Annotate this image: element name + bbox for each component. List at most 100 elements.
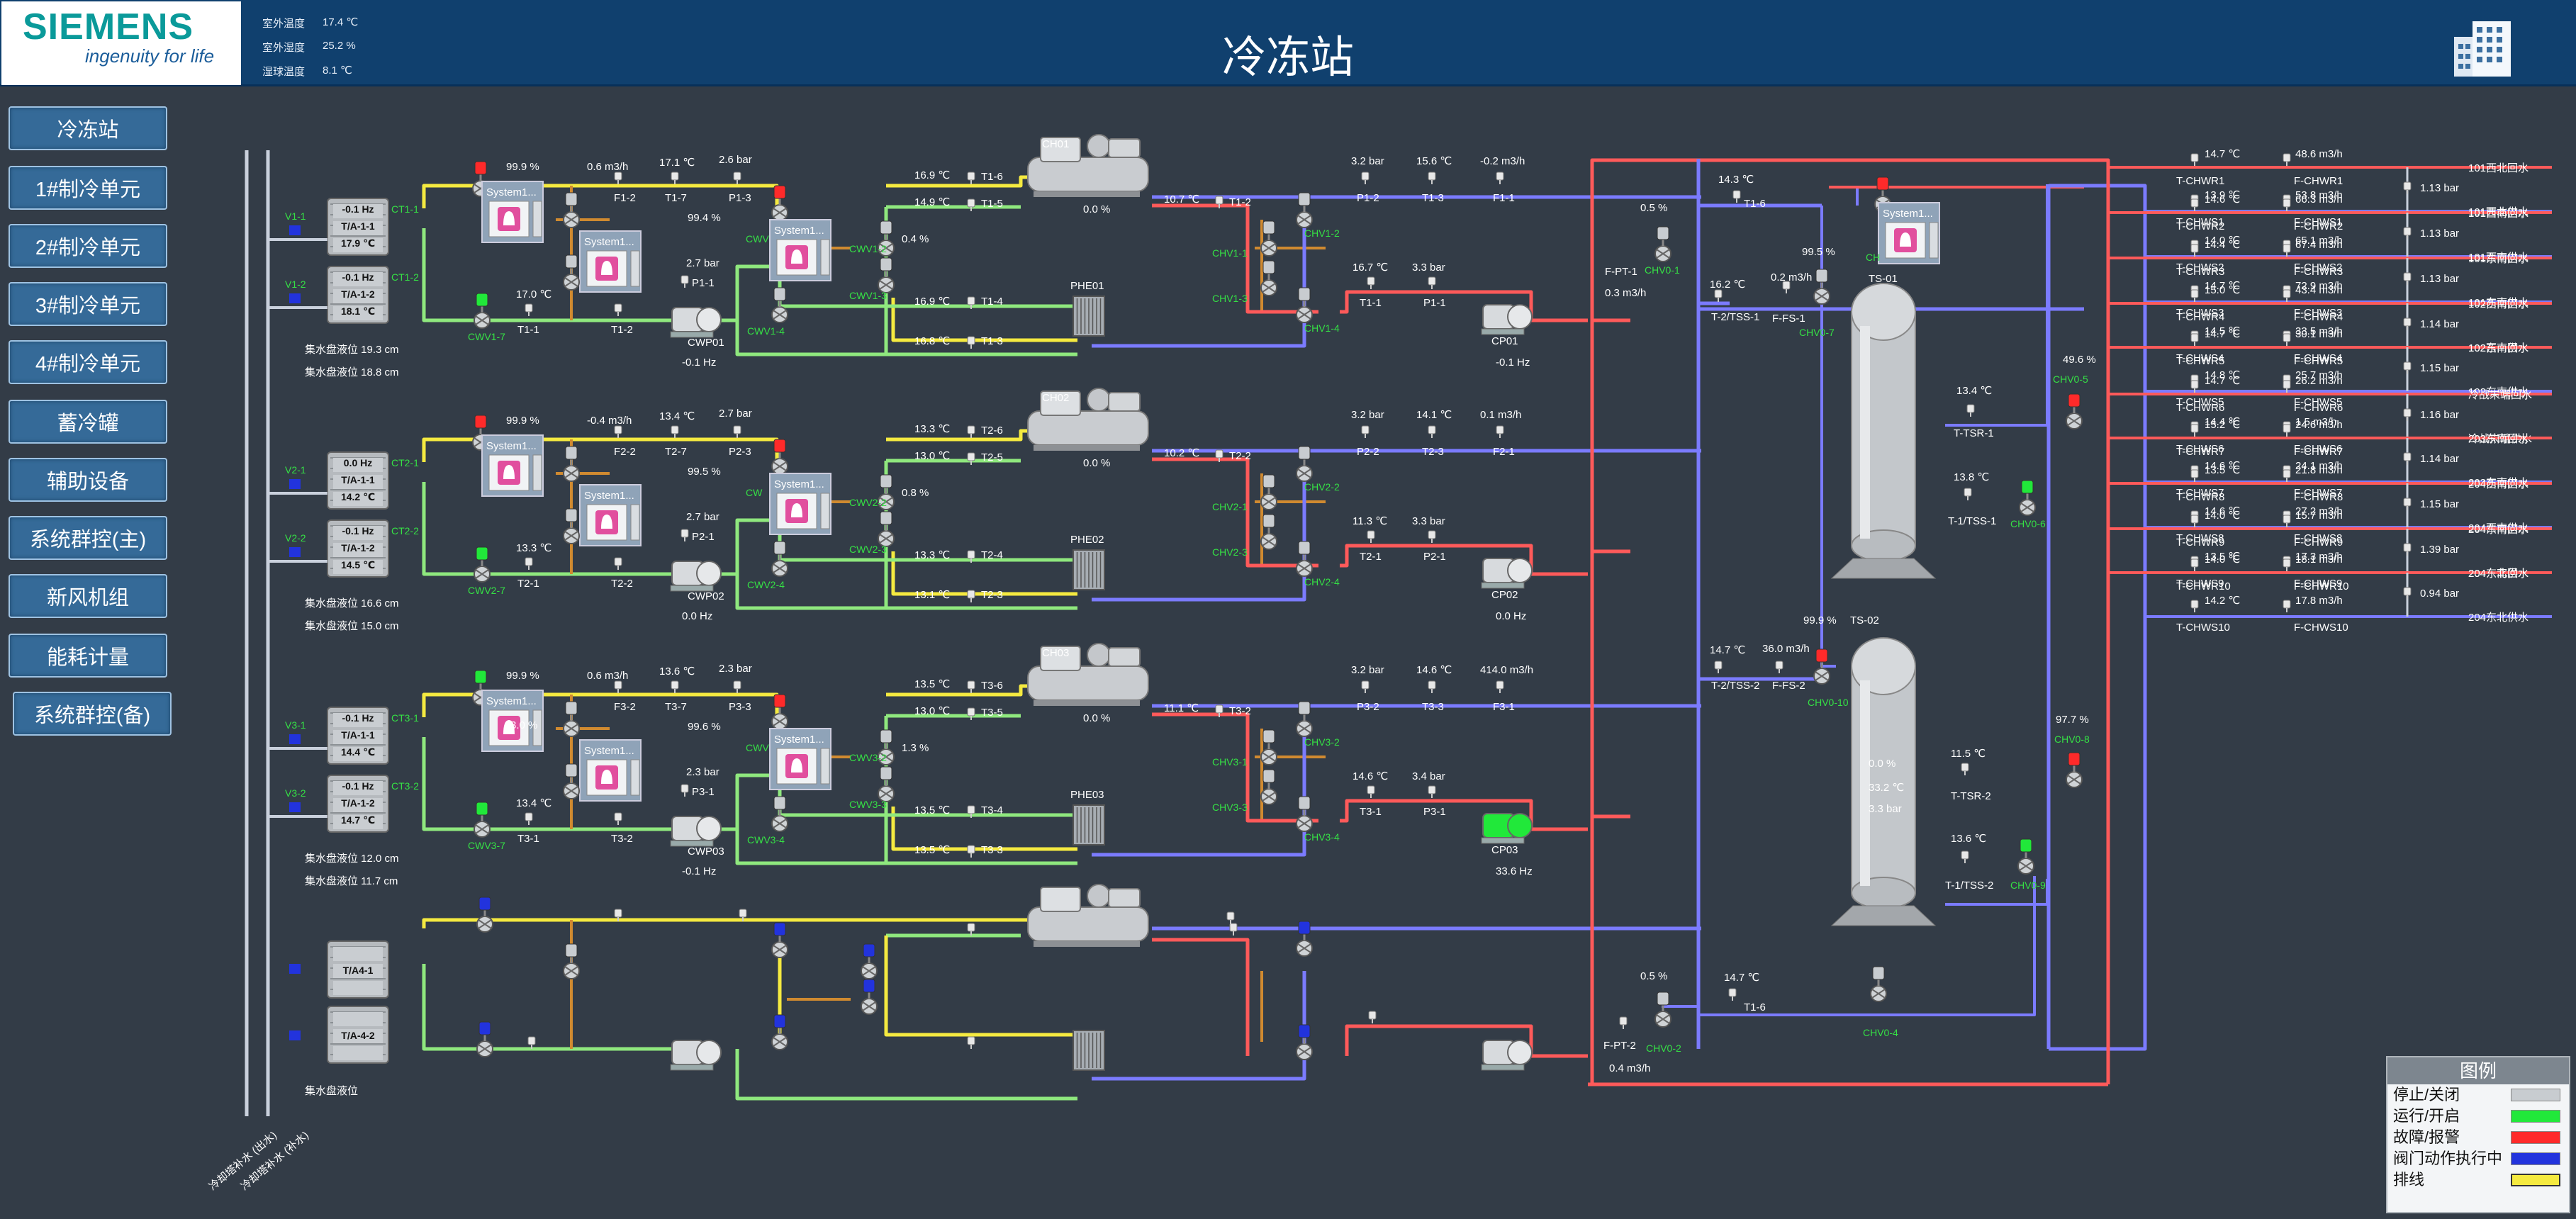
pressure-sensor-icon[interactable] xyxy=(2403,272,2412,285)
tss-valve-icon[interactable] xyxy=(2019,480,2036,516)
temp-sensor-icon[interactable] xyxy=(967,845,975,858)
flow-sensor-icon[interactable] xyxy=(1496,425,1504,438)
flow-sensor-icon[interactable] xyxy=(2283,333,2291,346)
temp-sensor-icon[interactable] xyxy=(671,172,679,184)
makeup-valve-icon[interactable] xyxy=(289,734,301,744)
temp-sensor-icon[interactable] xyxy=(614,812,622,825)
plate-heat-exchanger-icon[interactable] xyxy=(1073,1030,1105,1071)
pressure-sensor-icon[interactable] xyxy=(681,275,689,288)
temp-sensor-icon[interactable] xyxy=(2190,289,2199,302)
pressure-sensor-icon[interactable] xyxy=(2403,181,2412,194)
condenser-pump-icon[interactable] xyxy=(670,816,722,847)
system-panel-2[interactable]: System1... xyxy=(579,739,642,802)
pressure-sensor-icon[interactable] xyxy=(2403,318,2412,330)
chw-pump-icon[interactable] xyxy=(1481,304,1533,335)
makeup-valve-icon[interactable] xyxy=(289,293,301,303)
temp-sensor-icon[interactable] xyxy=(2190,153,2199,166)
temp-sensor-icon[interactable] xyxy=(525,557,533,570)
system-panel-3[interactable]: System1... xyxy=(769,473,831,535)
temp-sensor-icon[interactable] xyxy=(2190,600,2199,612)
flow-sensor-icon[interactable] xyxy=(2283,424,2291,437)
cw-bypass-valve-icon[interactable] xyxy=(563,763,580,799)
bot-valve-icon[interactable] xyxy=(1654,992,1671,1028)
ts-valve-icon[interactable] xyxy=(1813,269,1830,305)
temp-sensor-icon[interactable] xyxy=(2190,424,2199,437)
temp-sensor-icon[interactable] xyxy=(2190,244,2199,257)
temp-sensor-icon[interactable] xyxy=(1961,850,1969,863)
cw-bypass-valve-icon[interactable] xyxy=(563,508,580,544)
makeup-valve-icon[interactable] xyxy=(289,802,301,812)
pressure-sensor-icon[interactable] xyxy=(2403,498,2412,510)
temp-sensor-icon[interactable] xyxy=(967,707,975,720)
cw-bypass-valve-icon[interactable] xyxy=(563,446,580,482)
chw-valve-icon[interactable] xyxy=(1296,287,1313,323)
condenser-valve-icon[interactable] xyxy=(771,439,788,475)
pressure-sensor-icon[interactable] xyxy=(2403,361,2412,374)
temp-sensor-icon[interactable] xyxy=(2190,333,2199,346)
temp-sensor-icon[interactable] xyxy=(967,198,975,211)
temp-sensor-icon[interactable] xyxy=(1428,680,1436,693)
temp-sensor-icon[interactable] xyxy=(967,452,975,465)
condenser-valve-icon[interactable] xyxy=(771,1014,788,1050)
pressure-sensor-icon[interactable] xyxy=(733,172,741,184)
temp-sensor-icon[interactable] xyxy=(1367,785,1375,798)
top-valve-icon[interactable] xyxy=(1654,226,1671,262)
temp-sensor-icon[interactable] xyxy=(1961,763,1969,775)
evap-valve-icon[interactable] xyxy=(878,766,895,802)
tower-valve-icon[interactable] xyxy=(474,293,491,329)
makeup-valve-icon[interactable] xyxy=(289,225,301,235)
temp-sensor-icon[interactable] xyxy=(2190,469,2199,482)
cw-bypass-valve-icon[interactable] xyxy=(563,192,580,228)
pressure-sensor-icon[interactable] xyxy=(1361,680,1370,693)
evap-valve-icon[interactable] xyxy=(861,943,878,979)
temp-sensor-icon[interactable] xyxy=(671,425,679,438)
pressure-sensor-icon[interactable] xyxy=(733,680,741,693)
condenser-valve-icon[interactable] xyxy=(771,185,788,221)
pressure-sensor-icon[interactable] xyxy=(2403,452,2412,465)
flow-sensor-icon[interactable] xyxy=(2283,600,2291,612)
temp-sensor-icon[interactable] xyxy=(1428,425,1436,438)
temp-sensor-icon[interactable] xyxy=(967,336,975,349)
makeup-valve-icon[interactable] xyxy=(289,547,301,557)
pressure-sensor-icon[interactable] xyxy=(733,425,741,438)
temp-sensor-icon[interactable] xyxy=(1966,404,1975,417)
flow-sensor-icon[interactable] xyxy=(2283,469,2291,482)
plate-heat-exchanger-icon[interactable] xyxy=(1073,549,1105,590)
chw-valve-icon[interactable] xyxy=(1296,921,1313,957)
sensor-icon[interactable] xyxy=(1368,1011,1377,1023)
pressure-sensor-icon[interactable] xyxy=(2403,587,2412,600)
tower-valve-icon[interactable] xyxy=(476,1021,493,1057)
system-panel-ts[interactable]: System1... xyxy=(1878,202,1940,264)
chw-valve-icon[interactable] xyxy=(1260,474,1277,510)
pressure-sensor-icon[interactable] xyxy=(2403,227,2412,240)
temp-sensor-icon[interactable] xyxy=(614,557,622,570)
condenser-pump-icon[interactable] xyxy=(670,1040,722,1071)
pressure-sensor-icon[interactable] xyxy=(1428,785,1436,798)
chiller-icon[interactable] xyxy=(1027,884,1149,947)
flow-sensor-icon[interactable] xyxy=(1619,1016,1628,1029)
evap-valve-icon[interactable] xyxy=(861,979,878,1015)
temp-sensor-icon[interactable] xyxy=(967,680,975,693)
plate-heat-exchanger-icon[interactable] xyxy=(1073,296,1105,337)
sensor-icon[interactable] xyxy=(967,1036,975,1049)
chw-valve-icon[interactable] xyxy=(1260,260,1277,296)
temp-sensor-icon[interactable] xyxy=(1728,988,1737,1001)
chw-valve-icon[interactable] xyxy=(1296,192,1313,228)
temp-sensor-icon[interactable] xyxy=(1714,661,1723,673)
cw-bypass-valve-icon[interactable] xyxy=(563,943,580,979)
flow-sensor-icon[interactable] xyxy=(614,425,622,438)
pressure-sensor-icon[interactable] xyxy=(681,529,689,541)
temp-sensor-icon[interactable] xyxy=(2190,558,2199,571)
pressure-sensor-icon[interactable] xyxy=(1361,172,1370,184)
system-panel-3[interactable]: System1... xyxy=(769,728,831,790)
temp-sensor-icon[interactable] xyxy=(1964,488,1972,500)
chw-valve-icon[interactable] xyxy=(1296,541,1313,577)
system-panel-3[interactable]: System1... xyxy=(769,219,831,281)
tower-valve-icon[interactable] xyxy=(476,897,493,933)
pressure-sensor-icon[interactable] xyxy=(1361,425,1370,438)
temp-sensor-icon[interactable] xyxy=(1367,530,1375,543)
flow-sensor-icon[interactable] xyxy=(614,172,622,184)
chw-valve-icon[interactable] xyxy=(1296,701,1313,737)
temp-sensor-icon[interactable] xyxy=(967,172,975,184)
temp-sensor-icon[interactable] xyxy=(1367,276,1375,289)
